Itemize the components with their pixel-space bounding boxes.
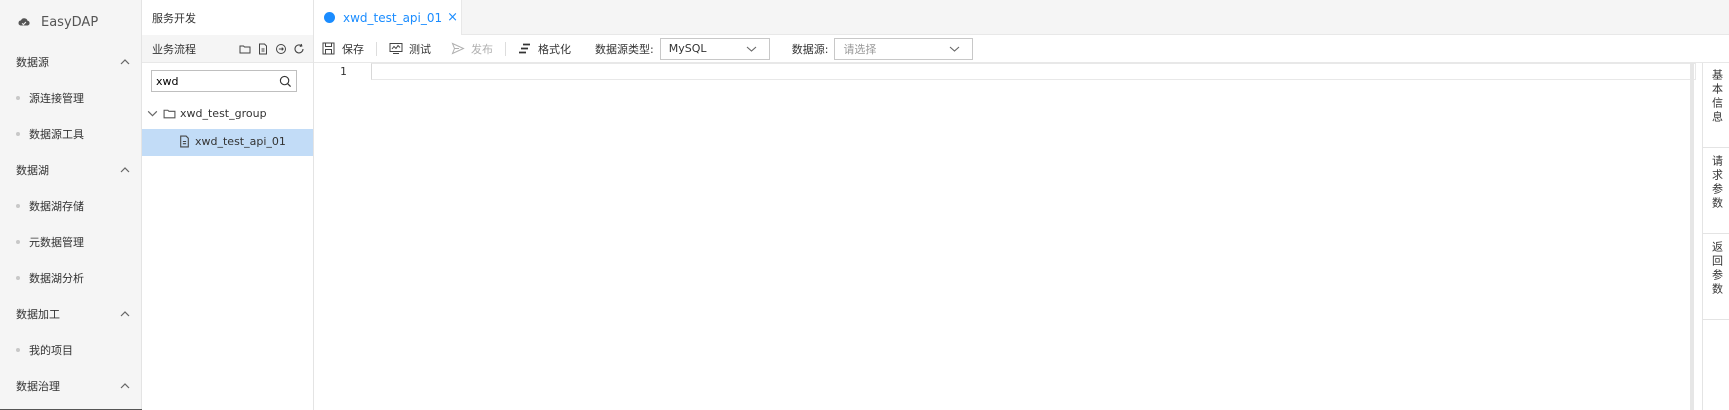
nav-group-label: 数据加工 xyxy=(16,308,60,321)
nav-item-source-connection[interactable]: 源连接管理 xyxy=(0,80,141,116)
side-tab-label: 返回参数 xyxy=(1710,241,1724,297)
nav-group-label: 数据治理 xyxy=(16,380,60,393)
publish-label: 发布 xyxy=(471,42,493,56)
datasource-type-label: 数据源类型: xyxy=(595,42,654,56)
nav-group-data-governance[interactable]: 数据治理 xyxy=(0,368,141,404)
tab-xwd-test-api-01[interactable]: xwd_test_api_01 × xyxy=(314,0,462,35)
editor-scrollbar[interactable] xyxy=(1690,63,1694,410)
panel-title: 服务开发 xyxy=(152,11,196,25)
test-label: 测试 xyxy=(409,42,431,56)
divider xyxy=(1703,233,1729,234)
datasource-label: 数据源: xyxy=(791,42,829,56)
datasource-placeholder: 请选择 xyxy=(843,42,877,56)
nav-item-label: 数据源工具 xyxy=(29,128,84,141)
bullet-icon xyxy=(16,348,20,352)
bullet-icon xyxy=(16,204,20,208)
tab-label: xwd_test_api_01 xyxy=(343,10,443,25)
nav-group-datalake[interactable]: 数据湖 xyxy=(0,152,141,188)
bullet-icon xyxy=(16,276,20,280)
modified-dot-icon xyxy=(324,12,335,23)
search-icon[interactable] xyxy=(279,75,292,88)
tree-toolbar: 业务流程 xyxy=(142,35,313,63)
nav-item-label: 元数据管理 xyxy=(29,236,84,249)
current-line-highlight xyxy=(371,63,1696,80)
nav-item-label: 源连接管理 xyxy=(29,92,84,105)
refresh-icon[interactable] xyxy=(293,43,305,55)
tree-section-title: 业务流程 xyxy=(152,42,196,56)
file-icon xyxy=(180,135,189,148)
chevron-up-icon xyxy=(120,167,130,173)
side-tab-basic-info[interactable]: 基本信息 xyxy=(1703,69,1729,125)
nav-item-metadata-management[interactable]: 元数据管理 xyxy=(0,224,141,260)
chevron-up-icon xyxy=(120,383,130,389)
new-folder-icon[interactable] xyxy=(239,43,251,55)
editor-tab-bar: xwd_test_api_01 × xyxy=(314,0,1729,35)
search-input[interactable] xyxy=(156,74,266,88)
save-label: 保存 xyxy=(342,42,364,56)
app-brand[interactable]: EasyDAP xyxy=(0,0,141,44)
service-tree-panel: 服务开发 业务流程 xyxy=(142,0,314,410)
side-tab-label: 基本信息 xyxy=(1710,69,1724,125)
chevron-up-icon xyxy=(120,59,130,65)
nav-item-label: 我的项目 xyxy=(29,344,73,357)
bullet-icon xyxy=(16,240,20,244)
app-name: EasyDAP xyxy=(41,14,99,30)
divider xyxy=(505,41,506,56)
sync-icon[interactable] xyxy=(275,43,287,55)
nav-item-datalake-analysis[interactable]: 数据湖分析 xyxy=(0,260,141,296)
test-button[interactable]: 测试 xyxy=(389,35,431,63)
datasource-type-select[interactable]: MySQL xyxy=(659,37,770,60)
tree-node-group[interactable]: xwd_test_group xyxy=(146,107,267,120)
nav-group-datasource[interactable]: 数据源 xyxy=(0,44,141,80)
cloud-logo-icon xyxy=(18,18,30,26)
publish-button[interactable]: 发布 xyxy=(451,35,493,63)
nav-item-datasource-tools[interactable]: 数据源工具 xyxy=(0,116,141,152)
main-nav: EasyDAP 数据源 源连接管理 数据源工具 数据湖 数据湖存储 元数据管理 … xyxy=(0,0,142,410)
tree-node-label: xwd_test_group xyxy=(180,107,267,120)
nav-item-my-projects[interactable]: 我的项目 xyxy=(0,332,141,368)
datasource-select[interactable]: 请选择 xyxy=(834,37,974,60)
chevron-down-icon[interactable] xyxy=(146,107,159,120)
nav-group-label: 数据源 xyxy=(16,56,49,69)
format-button[interactable]: 格式化 xyxy=(518,35,571,63)
right-side-panel: 基本信息 请求参数 返回参数 xyxy=(1702,63,1729,410)
tree-node-api[interactable]: xwd_test_api_01 xyxy=(178,135,286,148)
nav-group-label: 数据湖 xyxy=(16,164,49,177)
tree-node-label: xwd_test_api_01 xyxy=(195,135,286,148)
sql-editor[interactable]: 1 xyxy=(314,63,1696,410)
tree-search xyxy=(151,70,297,92)
bullet-icon xyxy=(16,96,20,100)
nav-item-datalake-storage[interactable]: 数据湖存储 xyxy=(0,188,141,224)
side-tab-label: 请求参数 xyxy=(1710,155,1724,211)
divider xyxy=(376,41,377,56)
folder-icon xyxy=(163,109,176,119)
chevron-down-icon xyxy=(950,46,960,52)
side-tab-request-params[interactable]: 请求参数 xyxy=(1703,155,1729,211)
new-file-icon[interactable] xyxy=(257,43,269,55)
close-icon[interactable]: × xyxy=(447,10,458,25)
datasource-type-value: MySQL xyxy=(668,42,707,55)
format-icon xyxy=(519,43,530,54)
chevron-down-icon xyxy=(746,46,757,52)
test-monitor-icon xyxy=(389,43,403,54)
divider xyxy=(1703,319,1729,320)
divider xyxy=(1703,147,1729,148)
line-number: 1 xyxy=(340,65,347,78)
save-icon xyxy=(322,42,335,55)
editor-toolbar: 保存 测试 发布 格式化 数据源类型: MySQL 数据源: 请选择 xyxy=(314,35,1729,63)
nav-group-data-processing[interactable]: 数据加工 xyxy=(0,296,141,332)
send-icon xyxy=(451,42,465,55)
nav-item-label: 数据湖存储 xyxy=(29,200,84,213)
save-button[interactable]: 保存 xyxy=(322,35,364,63)
format-label: 格式化 xyxy=(538,42,571,56)
bullet-icon xyxy=(16,132,20,136)
chevron-up-icon xyxy=(120,311,130,317)
side-tab-response-params[interactable]: 返回参数 xyxy=(1703,241,1729,297)
nav-item-label: 数据湖分析 xyxy=(29,272,84,285)
